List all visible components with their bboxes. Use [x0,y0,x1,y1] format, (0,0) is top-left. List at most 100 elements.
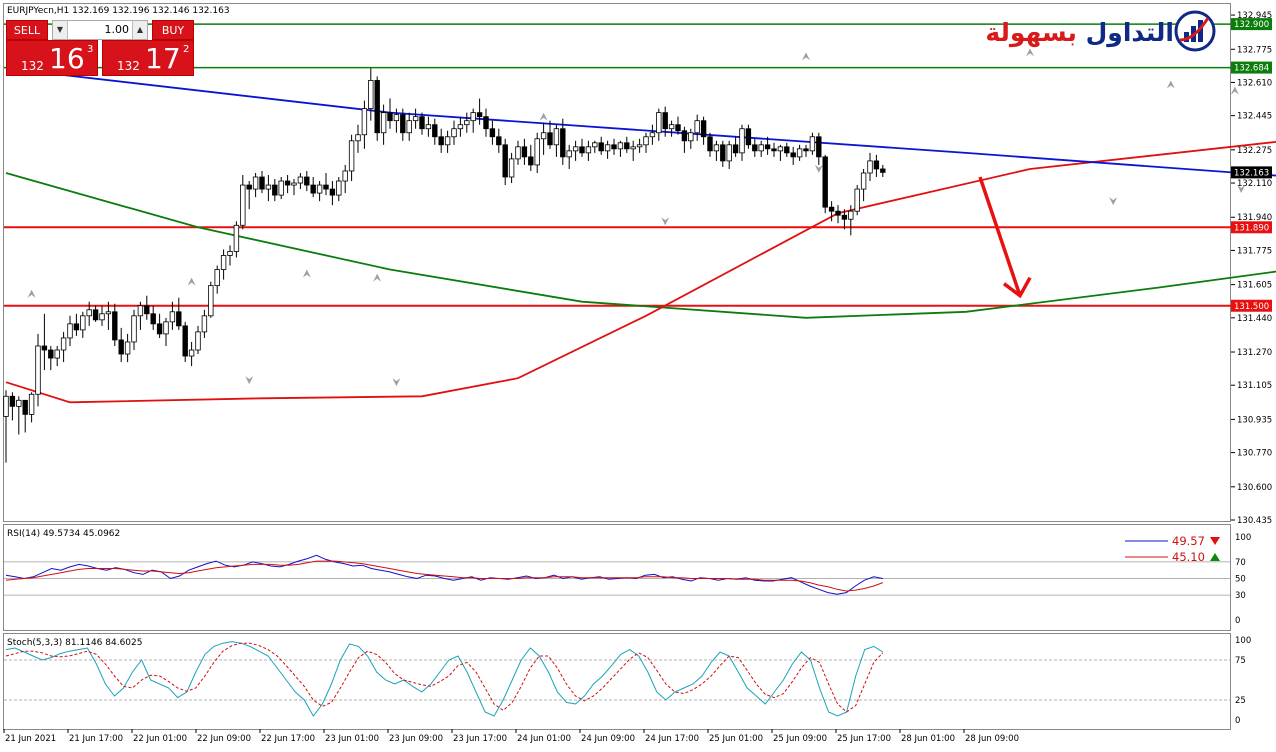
stoch-tick-label: 75 [1235,656,1246,666]
buy-price-quote[interactable]: 132 17 2 [102,40,194,76]
candle-body [150,313,156,325]
lot-size-input[interactable] [69,21,129,38]
candle-body [252,176,259,190]
lot-increase-icon[interactable]: ▲ [132,21,147,39]
candle-body [316,184,323,194]
price-label: 132.163 [1234,168,1269,178]
candle-body [35,345,41,395]
symbol-header: EURJPYecn,H1 132.169 132.196 132.146 132… [7,6,230,16]
candle-body [835,210,841,216]
candle-body [579,146,585,154]
trading-chart[interactable]: 132.945 132.775 132.610 132.445 132.275 132.1… [0,0,1276,748]
candle-body [182,325,188,357]
candle-body [592,142,598,148]
candle-body [457,124,464,130]
price-tick-label: 131.105 [1237,381,1272,391]
candle-body [700,120,707,138]
candle-body [854,188,860,212]
candle-body [67,323,73,339]
candle-body [624,142,630,150]
candle-body [713,144,720,152]
candle-body [848,210,854,220]
candle-body [444,136,451,146]
time-tick-label: 25 Jun 09:00 [773,734,827,744]
stoch-tick-label: 100 [1235,636,1251,646]
candle-body [80,315,86,331]
candle-body [124,341,131,355]
candle-body [400,114,406,134]
candle-body [246,184,252,190]
sell-price-quote[interactable]: 132 16 3 [6,40,98,76]
candle-body [476,112,483,118]
buy-price-point: 2 [183,44,190,55]
candle-body [739,128,745,154]
candle-body [720,144,726,162]
candle-body [464,120,470,126]
candle-body [272,184,278,196]
sell-price-point: 3 [87,44,94,55]
candle-body [828,206,835,212]
sell-price-prefix: 132 [21,59,44,73]
candle-body [48,349,54,359]
time-tick-label: 25 Jun 01:00 [709,734,763,744]
candle-body [163,321,169,335]
candle-body [764,144,771,150]
candle-body [188,349,195,357]
candle-body [528,156,534,166]
rsi-tick-label: 70 [1235,558,1246,568]
candle-body [425,124,432,130]
rsi-tick-label: 50 [1235,575,1246,585]
candle-body [662,112,668,130]
candle-body [265,184,272,190]
candle-body [118,339,124,355]
candle-body [553,128,560,146]
candle-body [796,148,803,158]
candle-body [195,331,201,351]
candle-body [771,148,777,152]
candle-body [508,158,515,178]
lot-decrease-icon[interactable]: ▼ [53,21,68,39]
candle-body [201,315,208,333]
candle-body [572,146,579,152]
candle-body [502,144,508,178]
buy-button[interactable]: BUY [152,20,194,40]
price-label: 132.684 [1234,64,1269,74]
candle-body [816,136,822,158]
lot-size-field[interactable]: ▼ ▲ [52,20,148,40]
time-tick-label: 23 Jun 17:00 [453,734,507,744]
candle-body [560,128,566,158]
price-tick-label: 131.440 [1237,314,1272,324]
price-label: 131.890 [1234,223,1269,233]
candle-body [636,144,643,148]
candle-body [777,146,784,152]
candle-body [214,269,220,287]
price-tick-label: 130.435 [1237,516,1272,526]
price-tick-label: 131.775 [1237,246,1272,256]
candle-body [323,184,329,190]
candle-body [656,112,662,134]
logo-text-blue: التداول [1085,18,1174,47]
candle-body [208,285,214,317]
buy-price-prefix: 132 [117,59,140,73]
candle-body [726,144,732,162]
time-tick-label: 24 Jun 01:00 [517,734,571,744]
rsi-legend-value: 45.10 [1172,550,1205,564]
rsi-tick-label: 100 [1235,533,1251,543]
chart-canvas[interactable]: 132.945132.775132.610132.445132.275132.1… [0,0,1276,748]
candle-body [259,176,265,190]
candle-body [604,144,611,152]
candle-body [694,120,700,134]
candle-body [489,128,496,138]
candle-body [688,132,694,142]
time-tick-label: 28 Jun 09:00 [965,734,1019,744]
candle-body [156,323,163,335]
candle-body [137,305,144,317]
price-tick-label: 132.775 [1237,45,1272,55]
price-tick-label: 132.275 [1237,146,1272,156]
candle-body [841,214,848,220]
time-tick-label: 28 Jun 01:00 [901,734,955,744]
candle-body [393,114,400,122]
candle-body [643,136,649,146]
candle-body [438,136,444,146]
sell-button[interactable]: SELL [6,20,48,40]
